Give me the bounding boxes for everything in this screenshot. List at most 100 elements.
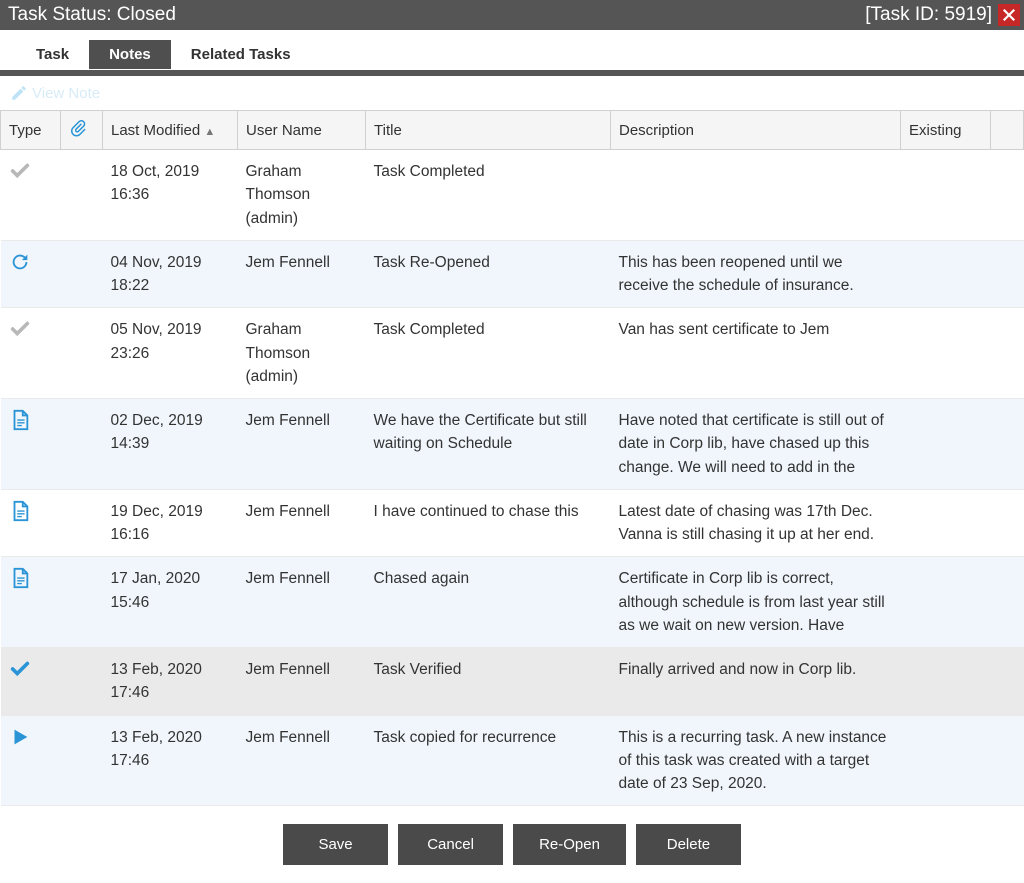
row-user-name: Jem Fennell: [238, 715, 366, 806]
row-spacer: [991, 308, 1024, 399]
row-title: Task Verified: [366, 648, 611, 716]
table-row[interactable]: 18 Oct, 2019 16:36Graham Thomson (admin)…: [1, 150, 1024, 241]
note-icon: [9, 567, 31, 589]
row-type-icon: [1, 489, 61, 557]
play-icon: [9, 726, 31, 748]
row-attachment: [61, 715, 103, 806]
notes-toolbar: View Note: [0, 76, 1024, 110]
row-title: Chased again: [366, 557, 611, 648]
row-existing: [901, 240, 991, 308]
sort-asc-icon: ▲: [204, 126, 215, 138]
refresh-icon: [9, 251, 31, 273]
col-attachment[interactable]: [61, 111, 103, 150]
grid-header: Type Last Modified ▲ User Name Title Des…: [1, 111, 1024, 150]
row-type-icon: [1, 150, 61, 241]
footer-buttons: Save Cancel Re-Open Delete: [0, 806, 1024, 883]
row-spacer: [991, 399, 1024, 490]
row-title: Task Re-Opened: [366, 240, 611, 308]
check-icon: [9, 318, 31, 340]
row-type-icon: [1, 557, 61, 648]
row-attachment: [61, 557, 103, 648]
col-title[interactable]: Title: [366, 111, 611, 150]
row-user-name: Jem Fennell: [238, 240, 366, 308]
row-user-name: Jem Fennell: [238, 648, 366, 716]
row-user-name: Graham Thomson (admin): [238, 150, 366, 241]
reopen-button[interactable]: Re-Open: [513, 824, 626, 865]
row-description: Latest date of chasing was 17th Dec. Van…: [611, 489, 901, 557]
pencil-icon: [10, 84, 28, 102]
row-type-icon: [1, 240, 61, 308]
row-spacer: [991, 150, 1024, 241]
col-spacer: [991, 111, 1024, 150]
table-row[interactable]: 19 Dec, 2019 16:16Jem FennellI have cont…: [1, 489, 1024, 557]
row-spacer: [991, 715, 1024, 806]
row-description: This is a recurring task. A new instance…: [611, 715, 901, 806]
row-title: Task Completed: [366, 150, 611, 241]
col-last-modified-label: Last Modified: [111, 122, 200, 139]
task-status-label: Task Status: Closed: [8, 4, 176, 26]
col-type[interactable]: Type: [1, 111, 61, 150]
note-icon: [9, 500, 31, 522]
row-description: Finally arrived and now in Corp lib.: [611, 648, 901, 716]
table-row[interactable]: 13 Feb, 2020 17:46Jem FennellTask Verifi…: [1, 648, 1024, 716]
col-user-name[interactable]: User Name: [238, 111, 366, 150]
tab-task[interactable]: Task: [16, 40, 89, 69]
row-existing: [901, 150, 991, 241]
row-existing: [901, 648, 991, 716]
check-icon: [9, 658, 31, 680]
row-last-modified: 17 Jan, 2020 15:46: [103, 557, 238, 648]
row-last-modified: 05 Nov, 2019 23:26: [103, 308, 238, 399]
row-existing: [901, 399, 991, 490]
row-last-modified: 19 Dec, 2019 16:16: [103, 489, 238, 557]
row-type-icon: [1, 648, 61, 716]
row-spacer: [991, 240, 1024, 308]
row-type-icon: [1, 308, 61, 399]
tab-notes[interactable]: Notes: [89, 40, 171, 69]
row-type-icon: [1, 399, 61, 490]
task-id-label: [Task ID: 5919]: [865, 4, 992, 26]
cancel-button[interactable]: Cancel: [398, 824, 503, 865]
row-title: I have continued to chase this: [366, 489, 611, 557]
row-user-name: Jem Fennell: [238, 399, 366, 490]
tabs-bar: Task Notes Related Tasks: [0, 30, 1024, 70]
table-row[interactable]: 05 Nov, 2019 23:26Graham Thomson (admin)…: [1, 308, 1024, 399]
row-existing: [901, 489, 991, 557]
notes-grid: Type Last Modified ▲ User Name Title Des…: [0, 110, 1024, 806]
row-title: We have the Certificate but still waitin…: [366, 399, 611, 490]
row-existing: [901, 557, 991, 648]
col-last-modified[interactable]: Last Modified ▲: [103, 111, 238, 150]
table-row[interactable]: 17 Jan, 2020 15:46Jem FennellChased agai…: [1, 557, 1024, 648]
col-description[interactable]: Description: [611, 111, 901, 150]
row-type-icon: [1, 715, 61, 806]
close-button[interactable]: [998, 4, 1020, 26]
row-description: Have noted that certificate is still out…: [611, 399, 901, 490]
row-last-modified: 13 Feb, 2020 17:46: [103, 715, 238, 806]
row-last-modified: 18 Oct, 2019 16:36: [103, 150, 238, 241]
row-last-modified: 13 Feb, 2020 17:46: [103, 648, 238, 716]
row-title: Task copied for recurrence: [366, 715, 611, 806]
view-note-button[interactable]: View Note: [10, 84, 100, 102]
close-icon: [1002, 8, 1016, 22]
row-title: Task Completed: [366, 308, 611, 399]
row-existing: [901, 308, 991, 399]
paperclip-icon: [69, 119, 87, 137]
row-last-modified: 02 Dec, 2019 14:39: [103, 399, 238, 490]
row-description: This has been reopened until we receive …: [611, 240, 901, 308]
row-description: Van has sent certificate to Jem: [611, 308, 901, 399]
row-attachment: [61, 648, 103, 716]
title-bar: Task Status: Closed [Task ID: 5919]: [0, 0, 1024, 30]
row-spacer: [991, 648, 1024, 716]
table-row[interactable]: 04 Nov, 2019 18:22Jem FennellTask Re-Ope…: [1, 240, 1024, 308]
table-row[interactable]: 02 Dec, 2019 14:39Jem FennellWe have the…: [1, 399, 1024, 490]
view-note-label: View Note: [32, 85, 100, 102]
save-button[interactable]: Save: [283, 824, 388, 865]
row-user-name: Graham Thomson (admin): [238, 308, 366, 399]
tab-related-tasks[interactable]: Related Tasks: [171, 40, 311, 69]
row-user-name: Jem Fennell: [238, 557, 366, 648]
table-row[interactable]: 13 Feb, 2020 17:46Jem FennellTask copied…: [1, 715, 1024, 806]
row-spacer: [991, 557, 1024, 648]
row-attachment: [61, 399, 103, 490]
col-existing[interactable]: Existing: [901, 111, 991, 150]
delete-button[interactable]: Delete: [636, 824, 741, 865]
row-existing: [901, 715, 991, 806]
